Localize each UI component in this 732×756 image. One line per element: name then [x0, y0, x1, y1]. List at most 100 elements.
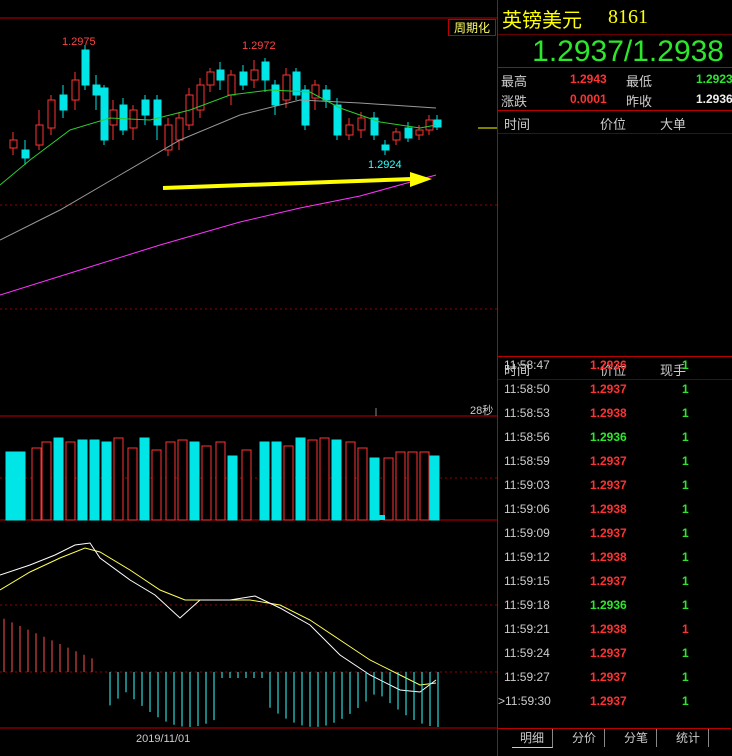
volume-bar	[271, 441, 282, 521]
tick-volume: 1	[682, 646, 689, 660]
tab-明细[interactable]: 明细	[512, 729, 554, 748]
candle	[35, 124, 44, 146]
volume-bar	[89, 439, 100, 521]
big-orders-big-header: 大单	[660, 117, 687, 132]
tick-volume: 1	[682, 526, 689, 540]
tick-price: 1.2937	[590, 454, 627, 468]
volume-bar	[419, 451, 430, 521]
macd-dif	[0, 542, 437, 693]
tab-分笔[interactable]: 分笔	[616, 729, 658, 747]
tick-price: 1.2937	[590, 382, 627, 396]
candle	[71, 79, 80, 101]
tick-row[interactable]: 11:58:47 1.2936 1	[498, 353, 731, 377]
candle	[357, 117, 366, 131]
tick-time: 11:59:21	[504, 622, 550, 636]
candle	[433, 119, 442, 128]
bid-ask-price: 1.2937/1.2938	[532, 35, 724, 68]
candle	[92, 84, 101, 96]
tick-row[interactable]: 11:59:12 1.2938 1	[498, 545, 731, 569]
candle	[227, 74, 236, 96]
volume-bar	[357, 447, 368, 521]
tick-row[interactable]: 11:59:18 1.2936 1	[498, 593, 731, 617]
low-value: 1.2923	[696, 72, 732, 86]
big-orders-time-header: 时间	[504, 117, 531, 132]
chart-area[interactable]: 周期化 1.2975 1.2972 1.2924 28秒 2019/11/01	[0, 0, 497, 756]
big-orders-list[interactable]	[498, 134, 732, 357]
date-axis-label: 2019/11/01	[136, 733, 191, 745]
tick-row[interactable]: 11:59:21 1.2938 1	[498, 617, 731, 641]
tick-price: 1.2938	[590, 502, 627, 516]
big-orders-price-header: 价位	[600, 117, 627, 132]
tick-row[interactable]: 11:58:59 1.2937 1	[498, 449, 731, 473]
trend-arrow-head	[410, 172, 432, 187]
bid-ask-row: 1.2937/1.2938	[498, 35, 732, 68]
tick-time: 11:59:03	[504, 478, 550, 492]
tick-row[interactable]: 11:58:56 1.2936 1	[498, 425, 731, 449]
volume-bar	[189, 441, 200, 521]
tick-row[interactable]: 11:59:03 1.2937 1	[498, 473, 731, 497]
tick-row[interactable]: >11:59:30 1.2937 1	[498, 689, 731, 713]
tick-price: 1.2938	[590, 406, 627, 420]
tick-volume: 1	[682, 670, 689, 684]
tick-volume: 1	[682, 358, 689, 372]
tick-row[interactable]: 11:59:15 1.2937 1	[498, 569, 731, 593]
tab-统计[interactable]: 统计	[668, 729, 710, 747]
prev-close-label: 昨收	[626, 94, 653, 109]
volume-bar	[65, 441, 76, 521]
candle	[381, 144, 390, 151]
volume-bar	[127, 447, 138, 521]
tick-time: >11:59:30	[498, 694, 551, 708]
tab-分价[interactable]: 分价	[564, 729, 606, 747]
volume-bar	[319, 437, 330, 521]
period-button[interactable]: 周期化	[448, 19, 496, 36]
candle	[271, 84, 280, 106]
volume-bar	[395, 451, 406, 521]
tick-volume: 1	[682, 382, 689, 396]
candle	[21, 149, 30, 159]
tick-volume: 1	[682, 478, 689, 492]
tick-volume: 1	[682, 502, 689, 516]
tick-price: 1.2937	[590, 526, 627, 540]
price-label-low: 1.2924	[368, 159, 402, 171]
volume-bar	[307, 439, 318, 521]
prev-close-value: 1.2936	[696, 92, 732, 106]
tick-price: 1.2937	[590, 478, 627, 492]
tick-volume: 1	[682, 454, 689, 468]
volume-bar	[259, 441, 270, 521]
candle	[109, 109, 118, 126]
tick-row[interactable]: 11:59:27 1.2937 1	[498, 665, 731, 689]
low-label: 最低	[626, 74, 653, 89]
volume-bar	[41, 441, 52, 521]
tick-row[interactable]: 11:59:06 1.2938 1	[498, 497, 731, 521]
tick-price: 1.2936	[590, 430, 627, 444]
price-label-high-right: 1.2972	[242, 40, 276, 52]
candle	[333, 104, 342, 136]
candle	[239, 71, 248, 86]
tick-row[interactable]: 11:59:24 1.2937 1	[498, 641, 731, 665]
tick-volume: 1	[682, 406, 689, 420]
candle	[392, 131, 401, 141]
volume-bar	[31, 447, 42, 521]
candle	[141, 99, 150, 116]
volume-bar	[101, 441, 112, 521]
candle	[345, 124, 354, 136]
change-label: 涨跌	[501, 94, 528, 109]
candle	[59, 94, 68, 111]
candle	[47, 99, 56, 129]
volume-bar	[407, 451, 418, 521]
tick-price: 1.2937	[590, 646, 627, 660]
tick-price: 1.2938	[590, 622, 627, 636]
candle	[415, 129, 424, 136]
big-orders-header: 时间 价位 大单	[498, 111, 732, 134]
tick-row[interactable]: 11:59:09 1.2937 1	[498, 521, 731, 545]
tick-row[interactable]: 11:58:53 1.2938 1	[498, 401, 731, 425]
candle	[81, 49, 90, 86]
tick-time: 11:59:18	[504, 598, 550, 612]
tick-row[interactable]: 11:58:50 1.2937 1	[498, 377, 731, 401]
tick-volume: 1	[682, 430, 689, 444]
high-value: 1.2943	[570, 72, 607, 86]
tick-time: 11:59:15	[504, 574, 550, 588]
tick-price: 1.2936	[590, 598, 627, 612]
countdown-label: 28秒	[470, 405, 494, 417]
candlestick-chart[interactable]	[0, 0, 497, 756]
